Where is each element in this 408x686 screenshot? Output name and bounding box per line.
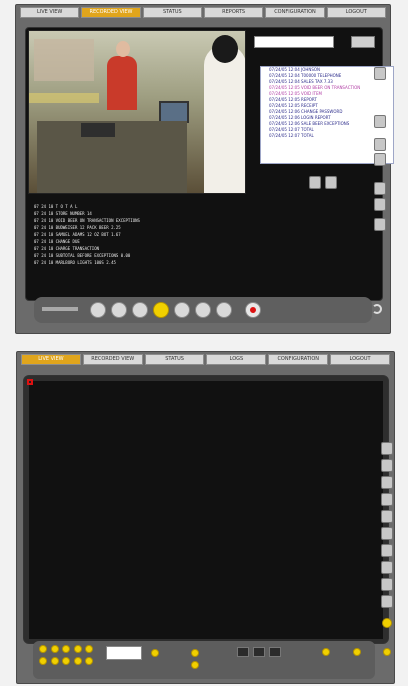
record-icon xyxy=(250,307,256,313)
tab-configuration[interactable]: CONFIGURATION xyxy=(268,354,329,365)
side-button[interactable] xyxy=(381,510,393,523)
tab-live-view[interactable]: LIVE VIEW xyxy=(21,354,81,365)
tab-recorded-view[interactable]: RECORDED VIEW xyxy=(81,7,141,18)
transaction-line[interactable]: 07/24/05 12:07 TOTAL xyxy=(261,133,393,139)
playback-controls xyxy=(34,297,382,323)
focus-button[interactable] xyxy=(191,661,199,669)
first-frame-button[interactable] xyxy=(90,302,106,318)
timeline-bar[interactable] xyxy=(42,307,78,311)
top-tabs: LIVE VIEW RECORDED VIEW STATUS REPORTS C… xyxy=(16,5,390,20)
camera-number-field[interactable] xyxy=(106,646,142,660)
terminal-line: 07 24 10 CHARGE TRANSACTION xyxy=(34,246,100,251)
tab-logout[interactable]: LOGOUT xyxy=(330,354,390,365)
side-button[interactable] xyxy=(381,459,393,472)
control-panel xyxy=(33,641,391,679)
ptz-button[interactable] xyxy=(237,647,249,657)
live-grid-frame xyxy=(23,375,389,644)
keypad-button[interactable] xyxy=(85,645,94,653)
side-button[interactable] xyxy=(381,561,393,574)
tab-logout[interactable]: LOGOUT xyxy=(326,7,386,18)
ptz-button[interactable] xyxy=(253,647,265,657)
side-button[interactable] xyxy=(374,198,386,211)
side-button[interactable] xyxy=(381,493,393,506)
tab-status[interactable]: STATUS xyxy=(144,354,205,365)
step-back-button[interactable] xyxy=(132,302,148,318)
side-button[interactable] xyxy=(381,442,393,455)
step-forward-button[interactable] xyxy=(195,302,211,318)
preset-button[interactable] xyxy=(353,648,361,656)
side-button[interactable] xyxy=(381,476,393,489)
side-button[interactable] xyxy=(374,138,386,151)
tab-logs[interactable]: LOGS xyxy=(206,354,267,365)
terminal-line: 07 24 10 SAMUEL ADAMS 12 OZ BOT 1.67 xyxy=(34,232,121,237)
keypad-button[interactable] xyxy=(39,645,47,653)
tab-reports[interactable]: REPORTS xyxy=(203,7,264,18)
alarm-button[interactable] xyxy=(382,618,392,628)
keypad xyxy=(39,645,95,667)
preset-button[interactable] xyxy=(322,648,330,656)
pause-button[interactable] xyxy=(174,302,190,318)
keypad-button[interactable] xyxy=(62,645,71,653)
search-button[interactable] xyxy=(351,36,375,48)
terminal-line: 07 24 10 STORE NUMBER 14 xyxy=(34,211,92,216)
camera-scene xyxy=(29,31,245,193)
side-button[interactable] xyxy=(374,218,386,231)
side-button[interactable] xyxy=(374,67,386,80)
keypad-button[interactable] xyxy=(85,657,94,665)
terminal-line: 07 24 10 T O T A L xyxy=(34,204,78,209)
keypad-button[interactable] xyxy=(73,645,82,653)
rewind-button[interactable] xyxy=(111,302,127,318)
tab-configuration[interactable]: CONFIGURATION xyxy=(265,7,325,18)
terminal-line: 07 24 10 MARLBORO LIGHTS 100S 2.45 xyxy=(34,260,116,265)
zoom-button[interactable] xyxy=(191,649,199,657)
scroll-down-button[interactable] xyxy=(325,176,337,189)
terminal-line: 07 24 10 SUBTOTAL BEFORE EXCEPTIONS 0.00 xyxy=(34,253,131,258)
side-button[interactable] xyxy=(374,153,386,166)
side-button[interactable] xyxy=(374,115,386,128)
camera-tile[interactable] xyxy=(29,381,31,383)
return-icon[interactable] xyxy=(372,304,382,314)
side-button[interactable] xyxy=(381,595,393,608)
keypad-button[interactable] xyxy=(39,657,47,665)
play-button[interactable] xyxy=(153,302,169,318)
camera-view[interactable] xyxy=(28,30,246,194)
side-button[interactable] xyxy=(381,544,393,557)
side-button[interactable] xyxy=(374,182,386,195)
ptz-button[interactable] xyxy=(269,647,281,657)
terminal-line: 07 24 10 VOID BEER ON TRANSACTION EXCEPT… xyxy=(34,218,140,223)
enter-button[interactable] xyxy=(151,649,159,657)
keypad-button[interactable] xyxy=(50,657,59,665)
terminal-line: 07 24 10 CHANGE DUE xyxy=(34,239,80,244)
record-button[interactable] xyxy=(245,302,261,318)
top-window: LIVE VIEW RECORDED VIEW STATUS REPORTS C… xyxy=(15,4,394,334)
terminal-log: 07 24 10 T O T A L 07 24 10 STORE NUMBER… xyxy=(34,203,262,275)
bottom-tabs: LIVE VIEW RECORDED VIEW STATUS LOGS CONF… xyxy=(17,352,394,367)
keypad-button[interactable] xyxy=(62,657,71,665)
keypad-button[interactable] xyxy=(50,645,59,653)
bottom-window: LIVE VIEW RECORDED VIEW STATUS LOGS CONF… xyxy=(16,351,395,684)
fast-forward-button[interactable] xyxy=(216,302,232,318)
tab-status[interactable]: STATUS xyxy=(142,7,202,18)
camera-grid xyxy=(29,381,383,639)
preset-button[interactable] xyxy=(383,648,391,656)
tab-recorded-view[interactable]: RECORDED VIEW xyxy=(82,354,143,365)
scroll-up-button[interactable] xyxy=(309,176,321,189)
keypad-button[interactable] xyxy=(73,657,82,665)
side-button[interactable] xyxy=(381,527,393,540)
side-button[interactable] xyxy=(381,578,393,591)
terminal-line: 07 24 10 BUDWEISER 12 PACK BEER 2.25 xyxy=(34,225,121,230)
search-field[interactable] xyxy=(254,36,334,48)
tab-live-view[interactable]: LIVE VIEW xyxy=(20,7,80,18)
